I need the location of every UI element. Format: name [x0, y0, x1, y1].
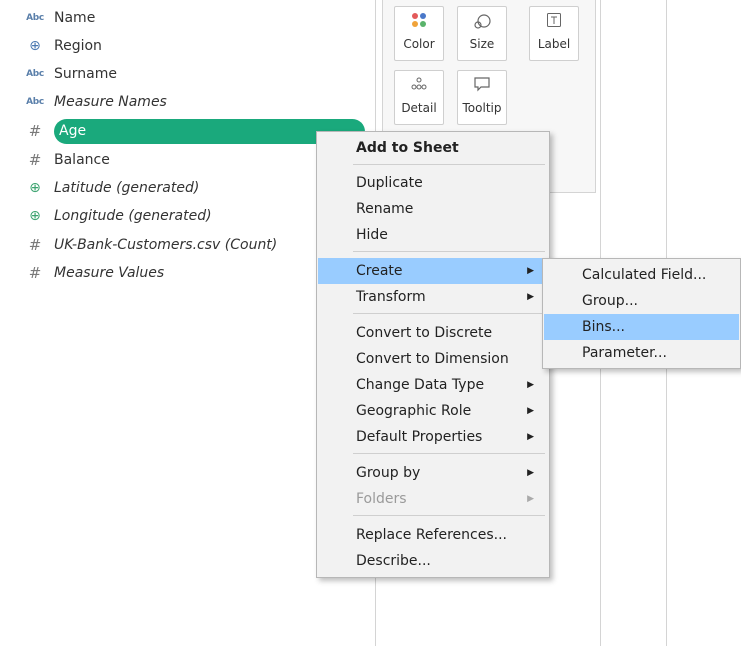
menu-item-label: Calculated Field...	[582, 267, 707, 283]
label-label: Label	[537, 37, 571, 51]
field-label: Balance	[54, 152, 110, 168]
field-label: Region	[54, 38, 102, 54]
menu-item-label: Duplicate	[356, 175, 423, 191]
menu-item-label: Convert to Discrete	[356, 325, 493, 341]
menu-item-label: Geographic Role	[356, 403, 472, 419]
menu-item-rename[interactable]: Rename	[318, 196, 548, 222]
tooltip-button[interactable]: Tooltip	[457, 70, 507, 125]
size-button[interactable]: Size	[457, 6, 507, 61]
field-surname[interactable]: Abc Surname	[24, 62, 117, 86]
field-label: Name	[54, 10, 96, 26]
menu-item-create[interactable]: Create ▶	[318, 258, 548, 284]
size-label: Size	[469, 37, 495, 51]
field-label: Measure Values	[54, 265, 165, 281]
detail-icon	[395, 71, 443, 97]
menu-item-label: Rename	[356, 201, 414, 217]
field-name[interactable]: Abc Name	[24, 6, 95, 30]
submenu-arrow-icon: ▶	[527, 468, 534, 478]
submenu-item-group[interactable]: Group...	[544, 288, 739, 314]
menu-item-convert-to-discrete[interactable]: Convert to Discrete	[318, 320, 548, 346]
field-context-menu: Add to Sheet Duplicate Rename Hide Creat…	[316, 131, 550, 578]
tooltip-label: Tooltip	[462, 101, 502, 115]
menu-item-convert-to-dimension[interactable]: Convert to Dimension	[318, 346, 548, 372]
string-type-icon: Abc	[26, 13, 44, 23]
text-label-icon	[530, 7, 578, 33]
field-label: Surname	[54, 66, 117, 82]
menu-separator	[353, 515, 545, 516]
create-submenu: Calculated Field... Group... Bins... Par…	[542, 258, 741, 369]
submenu-arrow-icon: ▶	[527, 292, 534, 302]
menu-item-label: Group...	[582, 293, 638, 309]
menu-separator	[353, 164, 545, 165]
field-latitude[interactable]: ⊕ Latitude (generated)	[24, 176, 199, 200]
menu-item-label: Replace References...	[356, 527, 507, 543]
menu-item-label: Convert to Dimension	[356, 351, 509, 367]
field-measure-names[interactable]: Abc Measure Names	[24, 90, 167, 114]
number-type-icon: #	[28, 236, 42, 254]
submenu-item-parameter[interactable]: Parameter...	[544, 340, 739, 366]
menu-item-replace-references[interactable]: Replace References...	[318, 522, 548, 548]
menu-item-label: Add to Sheet	[356, 140, 459, 156]
menu-item-folders: Folders ▶	[318, 486, 548, 512]
menu-item-label: Change Data Type	[356, 377, 485, 393]
menu-item-label: Transform	[356, 289, 426, 305]
menu-separator	[353, 251, 545, 252]
number-type-icon: #	[28, 151, 42, 169]
field-record-count[interactable]: # UK-Bank-Customers.csv (Count)	[24, 233, 278, 257]
number-type-icon: #	[28, 122, 42, 140]
submenu-arrow-icon: ▶	[527, 432, 534, 442]
submenu-item-calculated-field[interactable]: Calculated Field...	[544, 262, 739, 288]
menu-item-default-properties[interactable]: Default Properties ▶	[318, 424, 548, 450]
menu-item-change-data-type[interactable]: Change Data Type ▶	[318, 372, 548, 398]
menu-item-describe[interactable]: Describe...	[318, 548, 548, 574]
menu-item-duplicate[interactable]: Duplicate	[318, 170, 548, 196]
menu-item-label: Parameter...	[582, 345, 667, 361]
menu-item-hide[interactable]: Hide	[318, 222, 548, 248]
field-label: Longitude (generated)	[54, 208, 212, 224]
menu-item-label: Bins...	[582, 319, 626, 335]
menu-separator	[353, 313, 545, 314]
number-type-icon: #	[28, 264, 42, 282]
menu-item-label: Hide	[356, 227, 388, 243]
field-measure-values[interactable]: # Measure Values	[24, 261, 165, 285]
color-button[interactable]: Color	[394, 6, 444, 61]
submenu-arrow-icon: ▶	[527, 266, 534, 276]
menu-item-label: Folders	[356, 491, 407, 507]
globe-icon: ⊕	[29, 180, 41, 196]
menu-item-label: Group by	[356, 465, 421, 481]
label-button[interactable]: Label	[529, 6, 579, 61]
detail-button[interactable]: Detail	[394, 70, 444, 125]
menu-item-add-to-sheet[interactable]: Add to Sheet	[318, 135, 548, 161]
submenu-item-bins[interactable]: Bins...	[544, 314, 739, 340]
submenu-arrow-icon: ▶	[527, 380, 534, 390]
menu-item-label: Describe...	[356, 553, 431, 569]
field-age[interactable]: # Age	[24, 118, 365, 144]
field-label: UK-Bank-Customers.csv (Count)	[54, 237, 278, 253]
menu-item-group-by[interactable]: Group by ▶	[318, 460, 548, 486]
menu-separator	[353, 453, 545, 454]
field-label: Latitude (generated)	[54, 180, 200, 196]
color-label: Color	[403, 37, 435, 51]
field-balance[interactable]: # Balance	[24, 148, 110, 172]
menu-item-label: Default Properties	[356, 429, 483, 445]
submenu-arrow-icon: ▶	[527, 406, 534, 416]
color-icon	[395, 7, 443, 33]
submenu-arrow-icon: ▶	[527, 494, 534, 504]
menu-item-transform[interactable]: Transform ▶	[318, 284, 548, 310]
menu-item-label: Create	[356, 263, 403, 279]
string-type-icon: Abc	[26, 97, 44, 107]
string-type-icon: Abc	[26, 69, 44, 79]
field-longitude[interactable]: ⊕ Longitude (generated)	[24, 204, 212, 228]
detail-label: Detail	[401, 101, 437, 115]
field-label: Measure Names	[54, 94, 167, 110]
globe-icon: ⊕	[29, 38, 41, 54]
menu-item-geographic-role[interactable]: Geographic Role ▶	[318, 398, 548, 424]
size-icon	[458, 7, 506, 33]
tooltip-icon	[458, 71, 506, 97]
field-region[interactable]: ⊕ Region	[24, 34, 102, 58]
globe-icon: ⊕	[29, 208, 41, 224]
